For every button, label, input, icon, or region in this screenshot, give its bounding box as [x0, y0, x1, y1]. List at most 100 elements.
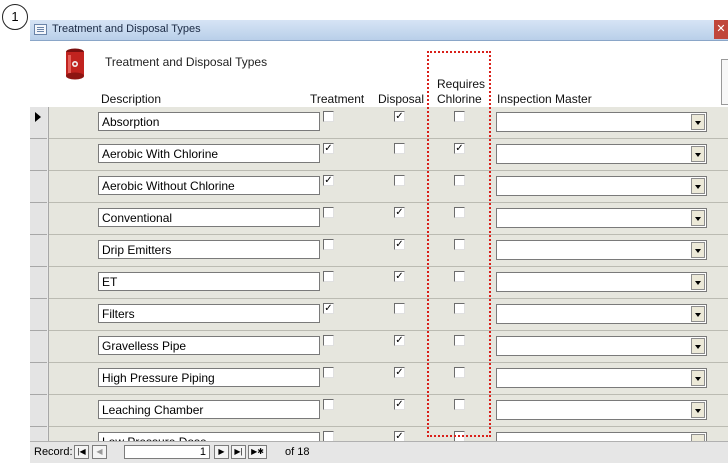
record-selector[interactable] — [30, 139, 47, 171]
table-row: Filters ✓ — [30, 299, 728, 331]
inspection-master-select[interactable] — [496, 304, 707, 324]
current-record-arrow-icon — [35, 112, 41, 122]
record-selector[interactable] — [30, 203, 47, 235]
description-field[interactable]: Leaching Chamber — [98, 400, 320, 419]
record-selector[interactable] — [30, 235, 47, 267]
close-button[interactable]: ✕ — [714, 20, 728, 39]
dropdown-arrow-icon[interactable] — [691, 274, 705, 290]
treatment-checkbox[interactable] — [323, 111, 334, 122]
description-field[interactable]: Aerobic Without Chlorine — [98, 176, 320, 195]
requires-chlorine-checkbox[interactable] — [454, 207, 465, 218]
description-field[interactable]: Drip Emitters — [98, 240, 320, 259]
record-selector[interactable] — [30, 107, 47, 139]
datasheet-form: Treatment and Disposal Types Description… — [30, 41, 728, 459]
table-row: High Pressure Piping ✓ — [30, 363, 728, 395]
requires-chlorine-checkbox[interactable] — [454, 303, 465, 314]
record-selector[interactable] — [30, 363, 47, 395]
next-record-button[interactable]: ▶ — [214, 445, 229, 459]
header-chlorine: Chlorine — [437, 92, 482, 106]
dropdown-arrow-icon[interactable] — [691, 402, 705, 418]
window-title: Treatment and Disposal Types — [52, 23, 201, 35]
last-record-button[interactable]: ▶| — [231, 445, 246, 459]
disposal-checkbox[interactable]: ✓ — [394, 111, 405, 122]
record-selector[interactable] — [30, 267, 47, 299]
treatment-checkbox[interactable]: ✓ — [323, 303, 334, 314]
previous-record-button[interactable]: ◀ — [92, 445, 107, 459]
inspection-master-select[interactable] — [496, 272, 707, 292]
description-field[interactable]: High Pressure Piping — [98, 368, 320, 387]
dropdown-arrow-icon[interactable] — [691, 242, 705, 258]
window-titlebar[interactable]: Treatment and Disposal Types ✕ — [30, 20, 728, 41]
septic-tank-icon — [66, 48, 84, 80]
disposal-checkbox[interactable]: ✓ — [394, 239, 405, 250]
treatment-checkbox[interactable]: ✓ — [323, 175, 334, 186]
disposal-checkbox[interactable] — [394, 303, 405, 314]
requires-chlorine-checkbox[interactable] — [454, 335, 465, 346]
record-selector[interactable] — [30, 171, 47, 203]
step-callout: 1 — [2, 4, 28, 30]
requires-chlorine-checkbox[interactable] — [454, 399, 465, 410]
disposal-checkbox[interactable]: ✓ — [394, 271, 405, 282]
dropdown-arrow-icon[interactable] — [691, 146, 705, 162]
table-row: Aerobic With Chlorine ✓ ✓ — [30, 139, 728, 171]
dropdown-arrow-icon[interactable] — [691, 210, 705, 226]
table-row: Leaching Chamber ✓ — [30, 395, 728, 427]
disposal-checkbox[interactable] — [394, 175, 405, 186]
description-field[interactable]: Aerobic With Chlorine — [98, 144, 320, 163]
dropdown-arrow-icon[interactable] — [691, 370, 705, 386]
inspection-master-select[interactable] — [496, 368, 707, 388]
inspection-master-select[interactable] — [496, 336, 707, 356]
disposal-checkbox[interactable]: ✓ — [394, 207, 405, 218]
description-field[interactable]: ET — [98, 272, 320, 291]
treatment-checkbox[interactable] — [323, 207, 334, 218]
record-selector[interactable] — [30, 331, 47, 363]
requires-chlorine-checkbox[interactable] — [454, 111, 465, 122]
form-header: Treatment and Disposal Types Description… — [30, 41, 728, 107]
table-row: Gravelless Pipe ✓ — [30, 331, 728, 363]
new-record-button[interactable]: ▶✱ — [248, 445, 267, 459]
requires-chlorine-checkbox[interactable] — [454, 239, 465, 250]
description-field[interactable]: Filters — [98, 304, 320, 323]
requires-chlorine-checkbox[interactable] — [454, 367, 465, 378]
requires-chlorine-checkbox[interactable] — [454, 271, 465, 282]
inspection-master-select[interactable] — [496, 400, 707, 420]
header-inspection-master: Inspection Master — [497, 92, 592, 106]
record-navigation-bar: Record: |◀ ◀ 1 ▶ ▶| ▶✱ of 18 — [30, 441, 728, 463]
inspection-master-select[interactable] — [496, 240, 707, 260]
header-requires: Requires — [437, 77, 486, 91]
record-selector[interactable] — [30, 299, 47, 331]
description-field[interactable]: Conventional — [98, 208, 320, 227]
treatment-checkbox[interactable] — [323, 399, 334, 410]
requires-chlorine-checkbox[interactable]: ✓ — [454, 143, 465, 154]
dropdown-arrow-icon[interactable] — [691, 114, 705, 130]
treatment-checkbox[interactable] — [323, 335, 334, 346]
disposal-checkbox[interactable] — [394, 143, 405, 154]
requires-chlorine-checkbox[interactable] — [454, 175, 465, 186]
dropdown-arrow-icon[interactable] — [691, 178, 705, 194]
treatment-checkbox[interactable]: ✓ — [323, 143, 334, 154]
first-record-button[interactable]: |◀ — [74, 445, 89, 459]
disposal-checkbox[interactable]: ✓ — [394, 399, 405, 410]
table-row: Absorption ✓ — [30, 107, 728, 139]
table-row: ET ✓ — [30, 267, 728, 299]
disposal-checkbox[interactable]: ✓ — [394, 335, 405, 346]
header-description: Description — [101, 92, 162, 106]
inspection-master-select[interactable] — [496, 176, 707, 196]
current-record-field[interactable]: 1 — [124, 445, 210, 459]
treatment-checkbox[interactable] — [323, 367, 334, 378]
description-field[interactable]: Gravelless Pipe — [98, 336, 320, 355]
inspection-master-select[interactable] — [496, 144, 707, 164]
inspection-master-select[interactable] — [496, 208, 707, 228]
treatment-checkbox[interactable] — [323, 239, 334, 250]
dropdown-arrow-icon[interactable] — [691, 306, 705, 322]
description-field[interactable]: Absorption — [98, 112, 320, 131]
treatment-checkbox[interactable] — [323, 271, 334, 282]
record-selector[interactable] — [30, 395, 47, 427]
scrollbar[interactable] — [721, 59, 728, 105]
inspection-master-select[interactable] — [496, 112, 707, 132]
dropdown-arrow-icon[interactable] — [691, 338, 705, 354]
form-window-icon — [34, 24, 47, 35]
table-row: Conventional ✓ — [30, 203, 728, 235]
disposal-checkbox[interactable]: ✓ — [394, 367, 405, 378]
record-count: of 18 — [285, 446, 310, 458]
